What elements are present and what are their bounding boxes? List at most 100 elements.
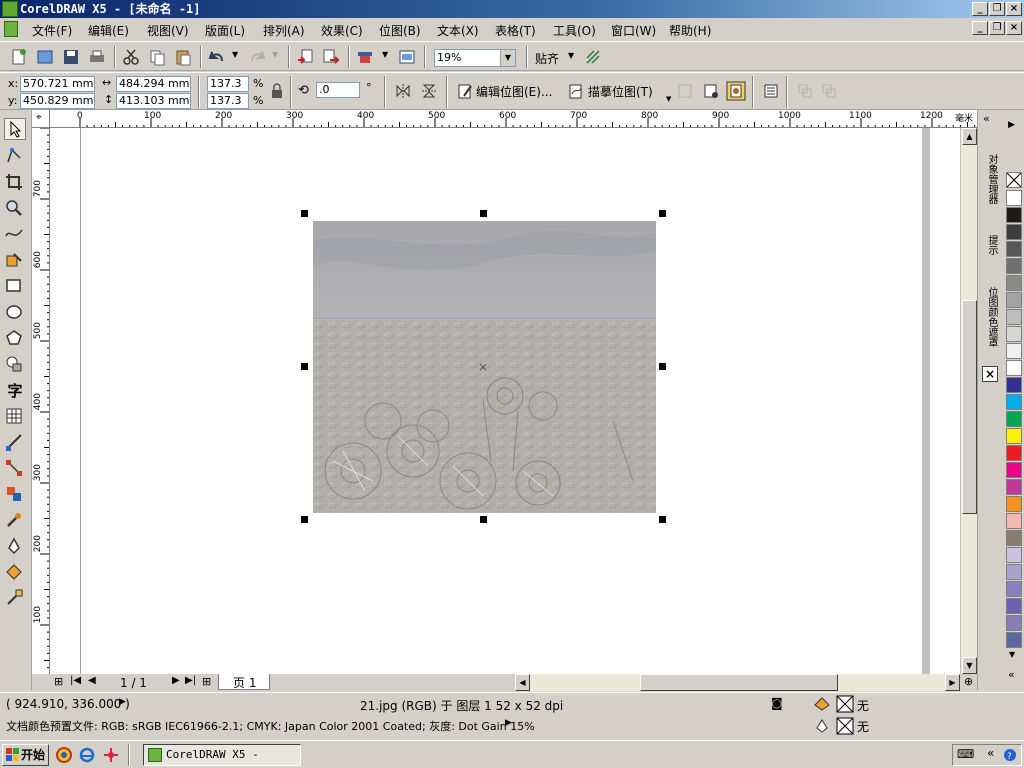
menu-bitmaps[interactable]: 位图(B) <box>379 22 421 39</box>
export-icon[interactable] <box>322 48 340 66</box>
ie-icon[interactable] <box>79 747 95 763</box>
color-profile-info[interactable]: 文档颜色预置文件: RGB: sRGB IEC61966-2.1; CMYK: … <box>6 718 535 734</box>
document-icon[interactable] <box>4 21 18 37</box>
zoom-tool[interactable] <box>4 198 26 220</box>
vertical-scroll-thumb[interactable] <box>962 300 977 514</box>
menu-file[interactable]: 文件(F) <box>32 22 72 39</box>
color-swatch[interactable] <box>1006 224 1022 240</box>
drawing-canvas[interactable]: × <box>50 128 960 674</box>
embossed-bitmap-image[interactable]: × <box>313 221 656 513</box>
color-swatch[interactable] <box>1006 377 1022 393</box>
title-bar[interactable]: CorelDRAW X5 - [未命名 -1] _ ❐ × <box>0 0 1024 18</box>
palette-scroll-down-icon[interactable]: ▼ <box>1009 650 1015 659</box>
horizontal-scrollbar[interactable]: ◀ ▶ <box>515 674 960 691</box>
dimension-tool[interactable] <box>4 432 26 454</box>
copy-icon[interactable] <box>148 48 166 66</box>
crop-bitmap-icon[interactable] <box>676 82 694 100</box>
menu-edit[interactable]: 编辑(E) <box>88 22 129 39</box>
scroll-left-button[interactable]: ◀ <box>515 674 530 691</box>
docker-tab-bitmap-color-mask[interactable]: 位图颜色遮罩 <box>981 272 999 362</box>
color-swatch[interactable] <box>1006 309 1022 325</box>
width-field[interactable]: 484.294 mm <box>116 76 191 92</box>
color-swatch[interactable] <box>1006 190 1022 206</box>
ellipse-tool[interactable] <box>4 302 26 324</box>
selection-handle-n[interactable] <box>480 210 487 217</box>
palette-expand-icon[interactable]: « <box>1008 668 1015 681</box>
minimize-button[interactable]: _ <box>972 2 988 16</box>
color-swatch[interactable] <box>1006 360 1022 376</box>
options-icon[interactable] <box>584 48 602 66</box>
application-launcher-icon[interactable] <box>356 48 374 66</box>
first-page-icon[interactable]: |◀ <box>70 675 81 686</box>
open-folder-icon[interactable] <box>36 48 54 66</box>
print-icon[interactable] <box>88 48 106 66</box>
mirror-horizontal-icon[interactable] <box>394 82 412 100</box>
selection-handle-sw[interactable] <box>301 516 308 523</box>
polygon-tool[interactable] <box>4 328 26 350</box>
interactive-fill-tool[interactable] <box>4 588 26 610</box>
browser-icon[interactable] <box>56 747 72 763</box>
color-swatch[interactable] <box>1006 632 1022 648</box>
fill-tool[interactable] <box>4 562 26 584</box>
zoom-level-select[interactable]: 19% ▼ <box>434 49 516 67</box>
keyboard-icon[interactable]: ⌨ <box>957 747 974 761</box>
outline-pen-status-icon[interactable] <box>815 718 829 734</box>
vertical-scrollbar[interactable]: ▲ ▼ <box>960 128 977 674</box>
vertical-ruler[interactable]: 700 600 500 400 300 200 100 <box>32 128 50 674</box>
scroll-up-button[interactable]: ▲ <box>962 128 977 145</box>
snap-dropdown-icon[interactable]: ▼ <box>568 51 574 60</box>
palette-scroll-up-icon[interactable]: ▶ <box>1008 120 1015 130</box>
color-swatch[interactable] <box>1006 445 1022 461</box>
color-swatch[interactable] <box>1006 496 1022 512</box>
undo-icon[interactable] <box>208 48 226 66</box>
to-back-icon[interactable] <box>820 82 838 100</box>
bitmap-color-mask-icon[interactable] <box>726 81 746 101</box>
selection-handle-s[interactable] <box>480 516 487 523</box>
scale-x-field[interactable]: 137.3 <box>207 76 249 92</box>
text-tool[interactable]: 字 <box>4 380 26 402</box>
docker-tab-hints[interactable]: 提示 <box>981 222 999 268</box>
fill-bucket-status-icon[interactable] <box>813 696 831 712</box>
profile-expand-icon[interactable]: ▶ <box>505 718 512 728</box>
coreldraw-app-icon[interactable] <box>2 1 18 17</box>
color-swatch[interactable] <box>1006 292 1022 308</box>
doc-restore-button[interactable]: ❐ <box>989 21 1005 35</box>
menu-table[interactable]: 表格(T) <box>495 22 536 39</box>
menu-tools[interactable]: 工具(O) <box>553 22 596 39</box>
color-swatch[interactable] <box>1006 241 1022 257</box>
previous-page-icon[interactable]: ◀ <box>88 675 96 686</box>
color-swatch[interactable] <box>1006 207 1022 223</box>
new-document-icon[interactable] <box>10 48 28 66</box>
paste-icon[interactable] <box>174 48 192 66</box>
menu-layout[interactable]: 版面(L) <box>205 22 245 39</box>
color-swatch[interactable] <box>1006 564 1022 580</box>
scale-y-field[interactable]: 137.3 <box>207 93 249 109</box>
next-page-icon[interactable]: ▶ <box>172 675 180 686</box>
launcher-dropdown-icon[interactable]: ▼ <box>382 50 388 59</box>
cut-icon[interactable] <box>122 48 140 66</box>
horizontal-ruler[interactable]: 0 100 200 300 400 500 600 700 800 900 10… <box>50 110 980 128</box>
smart-fill-tool[interactable] <box>4 250 26 272</box>
zoom-dropdown-icon[interactable]: ▼ <box>500 50 515 66</box>
color-swatch[interactable] <box>1006 598 1022 614</box>
menu-window[interactable]: 窗口(W) <box>611 22 656 39</box>
rectangle-tool[interactable] <box>4 276 26 298</box>
selection-handle-e[interactable] <box>659 363 666 370</box>
close-button[interactable]: × <box>1006 2 1022 16</box>
scroll-right-button[interactable]: ▶ <box>945 674 960 691</box>
maximize-button[interactable]: ❐ <box>989 2 1005 16</box>
taskbar-coreldraw-item[interactable]: CorelDRAW X5 - [未... <box>143 744 301 766</box>
color-swatch[interactable] <box>1006 462 1022 478</box>
mirror-vertical-icon[interactable] <box>420 82 438 100</box>
rotation-field[interactable]: .0 <box>316 82 360 98</box>
redo-icon[interactable] <box>248 48 266 66</box>
menu-help[interactable]: 帮助(H) <box>669 22 711 39</box>
edit-bitmap-icon[interactable] <box>456 82 474 100</box>
color-proof-icon[interactable]: ◙ <box>771 696 783 710</box>
flower-app-icon[interactable] <box>103 747 119 763</box>
to-front-icon[interactable] <box>796 82 814 100</box>
docker-close-icon[interactable]: × <box>982 366 998 382</box>
color-swatch[interactable] <box>1006 411 1022 427</box>
color-swatch[interactable] <box>1006 615 1022 631</box>
ruler-origin[interactable]: ⌖ <box>32 110 50 128</box>
